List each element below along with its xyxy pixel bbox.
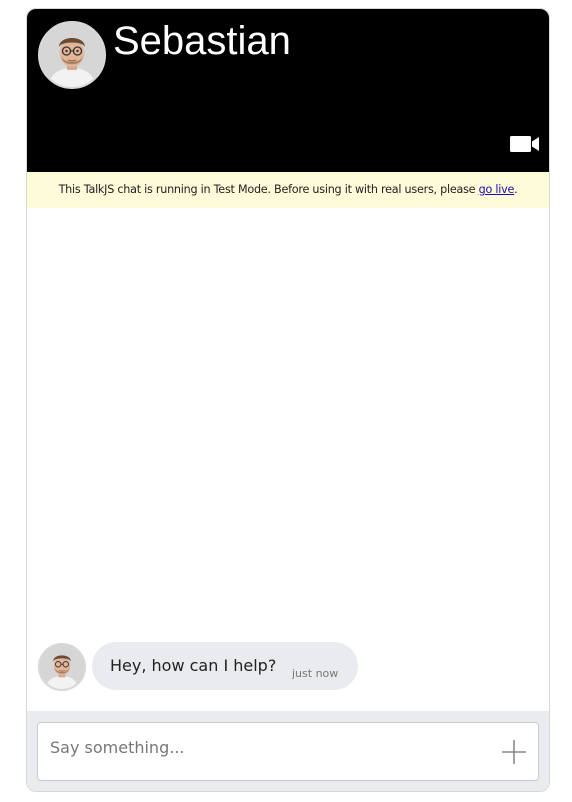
attach-button[interactable] [501,739,527,765]
banner-text: This TalkJS chat is running in Test Mode… [58,183,479,196]
test-mode-banner: This TalkJS chat is running in Test Mode… [27,172,549,208]
person-avatar-icon [40,23,104,87]
composer-area [27,711,549,791]
message-bubble[interactable]: Hey, how can I help? just now [92,642,358,690]
message-list[interactable]: Hey, how can I help? just now [27,208,549,711]
video-call-button[interactable] [509,133,541,155]
message-avatar[interactable] [38,643,86,691]
chat-window: Sebastian This TalkJS chat is running in… [26,8,550,792]
message-input-box[interactable] [37,722,539,781]
go-live-link[interactable]: go live [479,183,515,196]
message-input[interactable] [50,723,490,780]
message-text: Hey, how can I help? [110,656,277,675]
message-timestamp: just now [292,667,339,680]
chat-header: Sebastian [27,9,549,172]
video-camera-icon [510,136,539,152]
header-avatar[interactable] [38,21,106,89]
plus-icon [502,740,526,764]
contact-name: Sebastian [113,19,291,63]
banner-suffix: . [514,183,518,196]
person-avatar-icon [40,645,84,689]
